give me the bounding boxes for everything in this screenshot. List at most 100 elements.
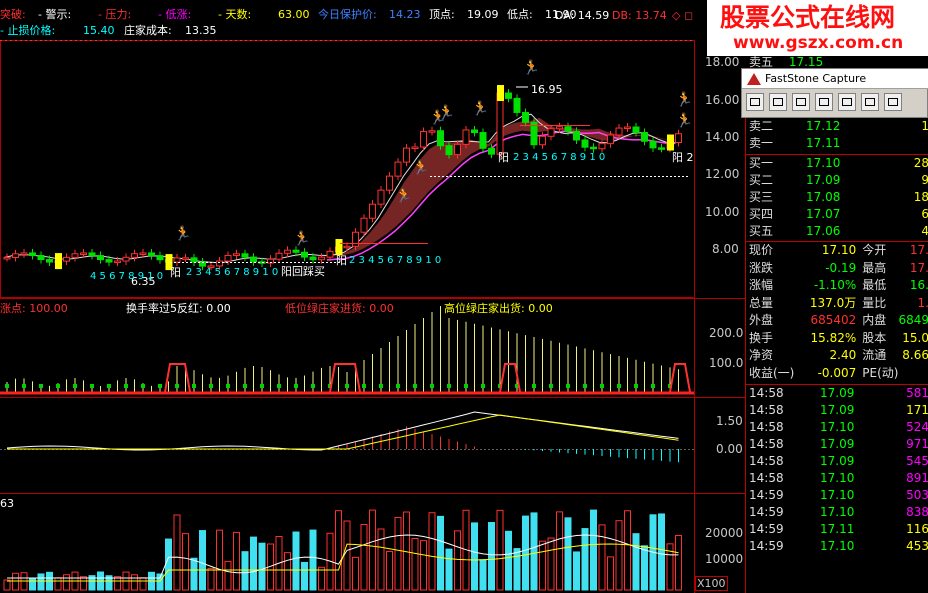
candle-body	[539, 135, 546, 146]
candle-body	[445, 145, 453, 156]
ind1-dot	[549, 384, 553, 388]
candle-body	[105, 259, 113, 263]
volume-bar	[598, 524, 606, 591]
yang-label: 阳 2	[672, 151, 694, 164]
candle-body	[301, 251, 308, 258]
volume-bar	[369, 509, 376, 591]
tick-volume: 524	[906, 419, 928, 434]
region-icon[interactable]	[769, 93, 787, 111]
stat-l2: 最高	[862, 260, 887, 275]
stat-row: 现价 17.10 今开 17.	[746, 242, 928, 260]
stat-v1: 2.40	[829, 348, 857, 362]
tick-row[interactable]: 14:59 17.10 503	[746, 487, 928, 504]
buy-row[interactable]: 买一 17.10 28	[746, 154, 928, 172]
volume-bar	[437, 515, 444, 591]
buy-row[interactable]: 买二 17.09 9	[746, 172, 928, 189]
stat-l2: 最低	[862, 278, 887, 292]
tick-price: 17.10	[820, 470, 855, 485]
tick-row[interactable]: 14:59 17.11 116	[746, 521, 928, 538]
tick-row[interactable]: 14:58 17.09 171	[746, 402, 928, 419]
sell-row[interactable]: 卖一 17.11	[746, 135, 928, 152]
candle-body	[564, 126, 572, 132]
hdr1-item: 突破:	[0, 8, 26, 21]
stat-l2: 量比	[862, 295, 887, 310]
ind1-dot	[566, 384, 570, 388]
tick-row[interactable]: 14:58 17.10 524	[746, 419, 928, 436]
tick-time: 14:58	[749, 385, 784, 400]
stat-l1: 净资	[749, 348, 774, 362]
volume-bar	[445, 548, 453, 591]
ind1-dot	[277, 384, 281, 388]
tick-volume: 891	[906, 470, 928, 485]
stat-l2: 股本	[862, 330, 887, 345]
stat-v2: 16.	[909, 278, 928, 292]
volume-bar	[63, 574, 70, 591]
volume-bar	[131, 574, 138, 591]
volume-bar	[590, 509, 597, 591]
buy-row[interactable]: 买五 17.06 4	[746, 223, 928, 240]
rect-icon[interactable]	[792, 93, 810, 111]
volume-bar	[37, 573, 45, 591]
order-price: 17.12	[806, 119, 841, 133]
volume-bar	[343, 520, 351, 591]
ind1-dot	[226, 384, 230, 388]
volume-bar	[233, 531, 240, 591]
candle-body	[114, 260, 121, 264]
volume-bar	[284, 552, 291, 591]
tick-row[interactable]: 14:58 17.09 971	[746, 436, 928, 453]
capture-title: FastStone Capture	[765, 72, 867, 85]
volume-bar	[182, 533, 189, 591]
volume-bar	[496, 509, 504, 591]
volume-bar	[420, 540, 427, 591]
stat-l2: PE(动)	[862, 365, 899, 380]
volume-bar	[199, 530, 206, 591]
order-volume: 28	[913, 155, 928, 170]
candle-body	[343, 245, 351, 249]
candle-body	[556, 126, 563, 130]
faststone-capture-window[interactable]: FastStone Capture	[741, 68, 928, 118]
volume-bar	[641, 545, 648, 591]
runner-icon: 🏃	[174, 225, 191, 242]
buy-row[interactable]: 买四 17.07 6	[746, 206, 928, 223]
ind1-dot	[311, 384, 315, 388]
tick-row[interactable]: 14:58 17.10 891	[746, 470, 928, 487]
volume-bar	[632, 533, 640, 591]
ind1-dot	[56, 384, 60, 388]
yang-label: 阳	[498, 151, 509, 164]
settings-icon[interactable]	[884, 93, 902, 111]
window-icon[interactable]	[746, 93, 764, 111]
ind1hdr-item: 低位绿庄家进货: 0.00	[285, 302, 394, 315]
volume-bar	[564, 517, 572, 591]
ind1-dot	[447, 384, 451, 388]
fullscreen-icon[interactable]	[838, 93, 856, 111]
buy-row[interactable]: 买三 17.08 18	[746, 189, 928, 206]
header-icons[interactable]: ◇ ◻	[672, 9, 693, 22]
volume-bar	[292, 531, 300, 591]
scroll-icon[interactable]	[861, 93, 879, 111]
capture-titlebar[interactable]: FastStone Capture	[742, 69, 928, 89]
faststone-logo-icon	[747, 73, 761, 85]
day-counter: 2 3 4 5 6 7 8 9 1 0	[186, 267, 279, 278]
volume-bar	[241, 551, 249, 591]
sell5-partial: 卖五 17.15	[749, 56, 823, 69]
volume-tick: 20000	[705, 526, 744, 540]
candle-body	[131, 253, 138, 258]
tick-row[interactable]: 14:58 17.09 581	[746, 384, 928, 402]
sell-row[interactable]: 卖二 17.12 1	[746, 118, 928, 135]
candle-body	[88, 252, 96, 257]
candle-body	[428, 130, 436, 133]
price-tick: 14.00	[705, 130, 740, 144]
ind1-dot	[73, 384, 77, 388]
hdr1-item: - 警示:	[38, 8, 72, 21]
candle-body	[309, 256, 317, 261]
tick-volume: 971	[906, 436, 928, 451]
sell5-label: 卖五	[749, 55, 774, 69]
order-label: 卖一	[749, 136, 774, 150]
volume-bar	[207, 567, 215, 591]
tick-row[interactable]: 14:58 17.09 545	[746, 453, 928, 470]
tick-row[interactable]: 14:59 17.10 838	[746, 504, 928, 521]
tick-row[interactable]: 14:59 17.10 453	[746, 538, 928, 555]
freehand-icon[interactable]	[815, 93, 833, 111]
candle-body	[122, 256, 130, 262]
volume-bar	[615, 520, 623, 591]
